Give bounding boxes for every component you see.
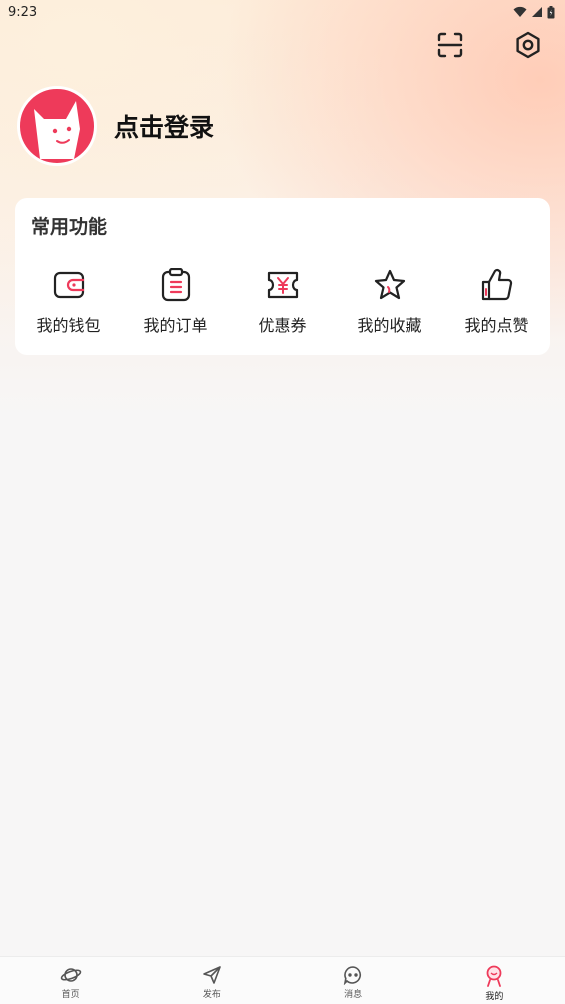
tab-label: 首页 — [61, 990, 80, 1000]
tab-label: 发布 — [202, 990, 221, 1000]
coupon-icon — [267, 271, 298, 299]
func-label: 优惠券 — [258, 316, 307, 335]
wallet-icon — [53, 271, 84, 299]
top-actions — [435, 28, 543, 62]
settings-button[interactable] — [513, 28, 543, 62]
thumbs-up-icon — [481, 269, 512, 301]
func-label: 我的钱包 — [36, 316, 101, 335]
chat-icon — [343, 966, 362, 985]
common-functions-card: 常用功能 我的钱包 我的订单 优惠券 我的收藏 我的点赞 — [15, 198, 550, 355]
func-coupons[interactable]: 优惠券 — [229, 268, 336, 336]
settings-icon — [516, 31, 540, 59]
tab-home[interactable]: 首页 — [0, 957, 141, 1004]
tab-mine[interactable]: 我的 — [424, 957, 565, 1004]
battery-icon — [547, 5, 555, 18]
func-orders[interactable]: 我的订单 — [122, 268, 229, 336]
func-likes[interactable]: 我的点赞 — [443, 268, 550, 336]
func-wallet[interactable]: 我的钱包 — [15, 268, 122, 336]
status-time: 9:23 — [8, 4, 38, 20]
func-label: 我的订单 — [143, 316, 208, 335]
avatar[interactable] — [17, 86, 97, 166]
scan-button[interactable] — [435, 28, 465, 62]
tab-messages[interactable]: 消息 — [283, 957, 424, 1004]
tab-label: 消息 — [344, 990, 363, 1000]
cat-mascot-icon — [34, 101, 80, 159]
func-favorites[interactable]: 我的收藏 — [336, 268, 443, 336]
login-label[interactable]: 点击登录 — [114, 108, 214, 144]
star-icon — [374, 269, 405, 300]
send-icon — [203, 966, 221, 984]
func-label: 我的点赞 — [464, 316, 529, 335]
tab-publish[interactable]: 发布 — [141, 957, 282, 1004]
profile-icon — [486, 965, 502, 987]
wifi-icon — [513, 6, 527, 17]
card-title: 常用功能 — [31, 216, 108, 238]
planet-icon — [60, 968, 81, 982]
status-bar: 9:23 — [0, 0, 565, 24]
order-icon — [161, 268, 190, 302]
bottom-tab-bar: 首页 发布 消息 我的 — [0, 956, 565, 1004]
func-label: 我的收藏 — [357, 316, 422, 335]
status-icons — [513, 5, 555, 19]
profile-section[interactable]: 点击登录 — [17, 86, 214, 166]
signal-icon — [532, 7, 542, 17]
tab-label: 我的 — [485, 992, 504, 1002]
scan-icon — [437, 32, 463, 58]
function-row: 我的钱包 我的订单 优惠券 我的收藏 我的点赞 — [15, 268, 550, 336]
